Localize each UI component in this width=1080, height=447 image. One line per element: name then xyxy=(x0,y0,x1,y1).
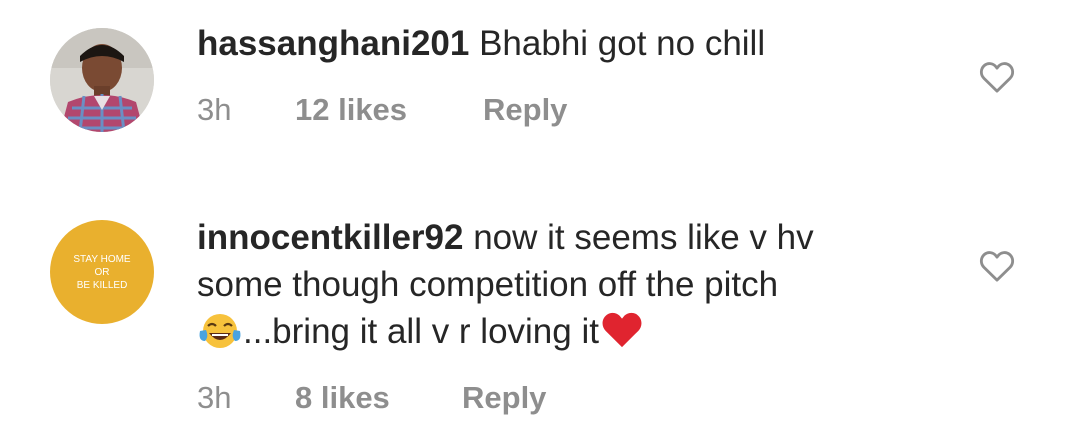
avatar-text-line: BE KILLED xyxy=(76,279,128,291)
comment-time: 3h xyxy=(197,380,232,415)
comment-likes[interactable]: 12 likes xyxy=(295,92,483,128)
comment-meta: 3h 8 likes Reply xyxy=(197,380,546,416)
face-with-tears-of-joy-emoji xyxy=(199,314,241,348)
comment-body-line: some though competition off the pitch xyxy=(197,265,779,304)
comment-body-line: now it seems like v hv xyxy=(473,218,814,257)
comment-meta: 3h 12 likes Reply xyxy=(197,92,567,128)
comment-item: STAY HOME OR BE KILLED innocentkiller92 … xyxy=(0,180,1080,447)
comment-text: innocentkiller92 now it seems like v hv … xyxy=(197,214,814,355)
heart-outline-icon[interactable] xyxy=(976,57,1018,97)
comment-body-line: ...bring it all v r loving it xyxy=(243,312,599,351)
comment-time: 3h xyxy=(197,92,232,127)
reply-button[interactable]: Reply xyxy=(483,92,567,128)
reply-button[interactable]: Reply xyxy=(462,380,546,416)
heart-outline-icon[interactable] xyxy=(976,246,1018,286)
comment-item: hassanghani201 Bhabhi got no chill 3h 12… xyxy=(0,0,1080,180)
comment-username[interactable]: hassanghani201 xyxy=(197,24,469,63)
comment-text: hassanghani201 Bhabhi got no chill xyxy=(197,20,765,67)
avatar-text-line: STAY HOME xyxy=(73,253,131,265)
comment-body: Bhabhi got no chill xyxy=(479,24,766,63)
avatar[interactable]: STAY HOME OR BE KILLED xyxy=(50,220,154,324)
avatar[interactable] xyxy=(50,28,154,132)
comment-likes[interactable]: 8 likes xyxy=(295,380,462,416)
avatar-text-line: OR xyxy=(94,266,110,278)
avatar-badge-text: STAY HOME OR BE KILLED xyxy=(50,220,154,324)
comment-username[interactable]: innocentkiller92 xyxy=(197,218,463,257)
avatar-photo xyxy=(50,28,154,132)
red-heart-emoji xyxy=(602,312,642,348)
